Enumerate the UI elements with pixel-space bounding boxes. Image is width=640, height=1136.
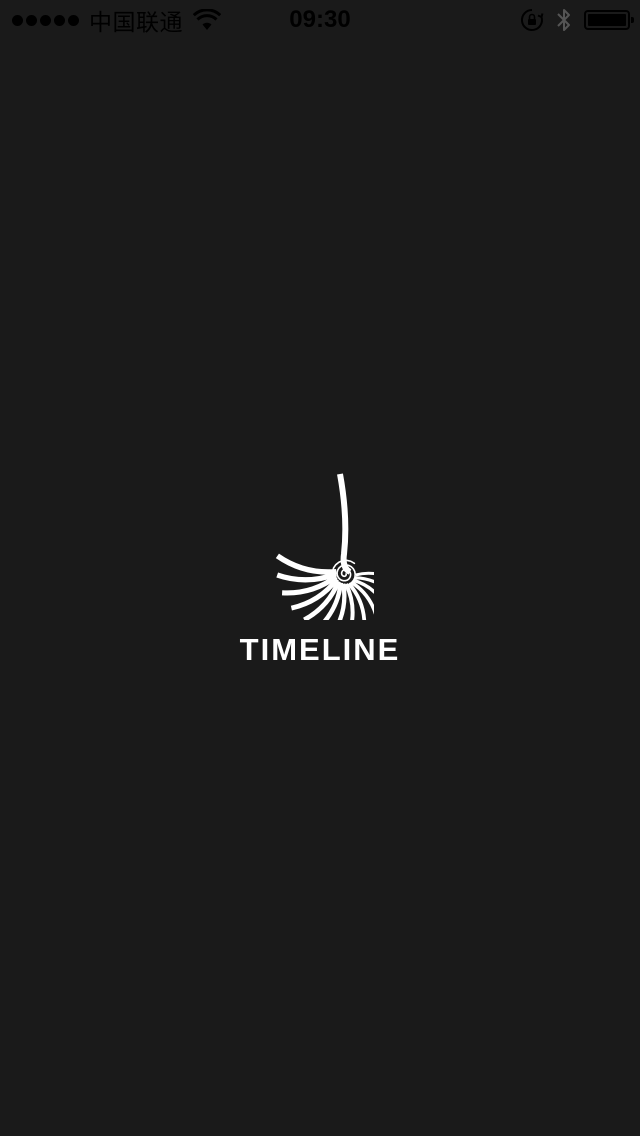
battery-fill (588, 14, 626, 26)
shell-ray (275, 553, 337, 575)
shell-ray (276, 571, 337, 583)
splash-screen: 中国联通 09:30 TIMELINE (0, 0, 640, 1136)
brand-name: TIMELINE (239, 632, 401, 667)
shell-spine (337, 473, 352, 575)
nautilus-shell-icon (275, 473, 374, 620)
status-bar: 中国联通 09:30 (0, 0, 640, 40)
battery-icon (584, 10, 634, 30)
status-bar-right (520, 0, 634, 40)
orientation-lock-icon (520, 8, 544, 31)
bluetooth-icon (557, 9, 570, 31)
